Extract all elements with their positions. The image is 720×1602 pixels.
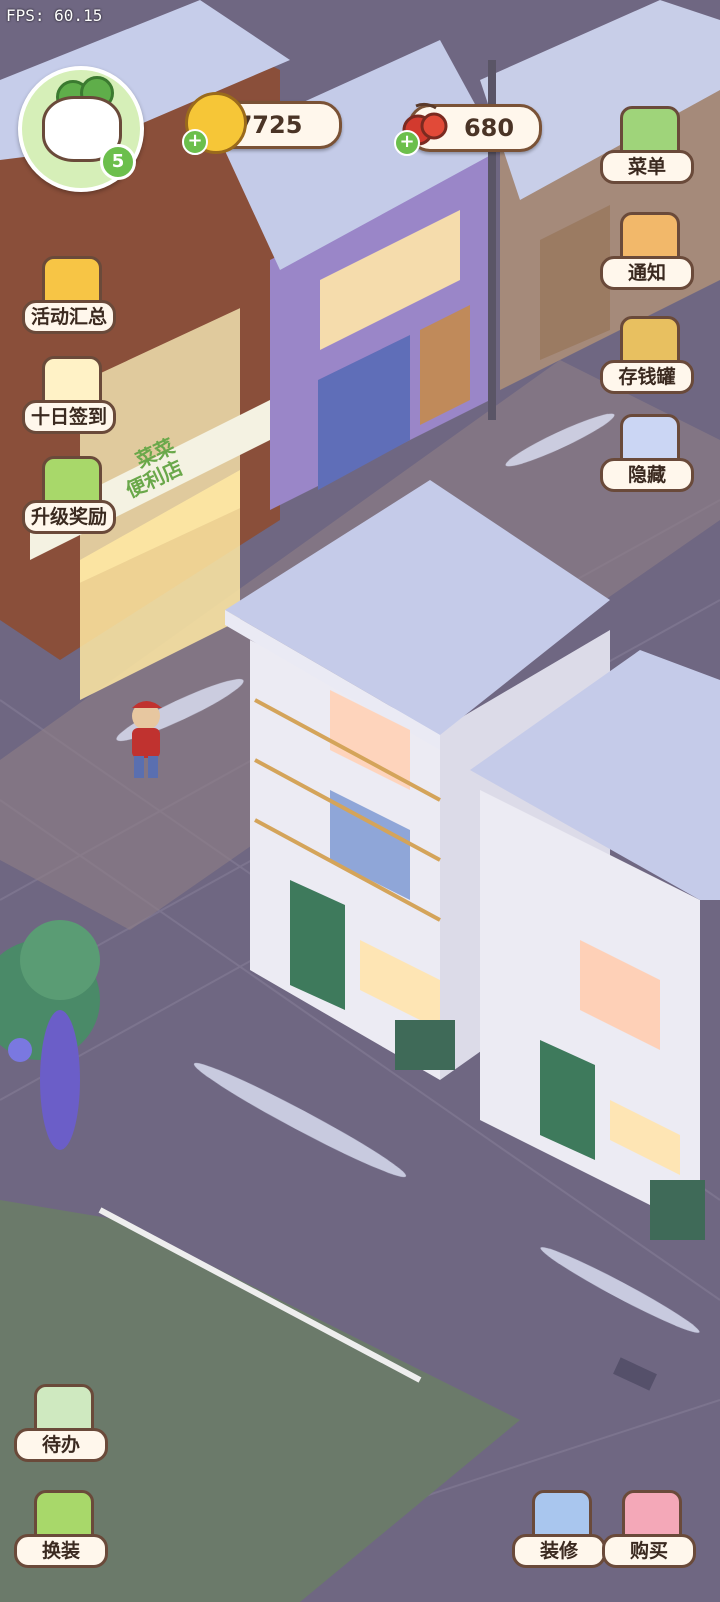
todo-button[interactable]: 待办 [14,1380,108,1462]
menu-label: 菜单 [600,150,694,184]
coin-icon: + [182,92,247,155]
fps-counter: FPS: 60.15 [6,6,103,25]
upgrade-rewards-label: 升级奖励 [22,500,116,534]
dress-up-label: 换装 [14,1534,108,1568]
todo-label: 待办 [14,1428,108,1462]
hide-ui-label: 隐藏 [600,458,694,492]
ac-unit-right [650,1180,705,1240]
ten-day-checkin-label: 十日签到 [22,400,116,434]
event-summary-button[interactable]: 活动汇总 [22,252,116,334]
shop-label: 购买 [602,1534,696,1568]
piggy-bank-label: 存钱罐 [600,360,694,394]
level-badge: 5 [100,144,136,180]
notification-label: 通知 [600,256,694,290]
shop-button[interactable]: 购买 [602,1486,696,1568]
menu-button[interactable]: 菜单 [600,102,694,184]
piggy-bank-button[interactable]: 存钱罐 [600,312,694,394]
decorate-button[interactable]: 装修 [512,1486,606,1568]
ten-day-checkin-button[interactable]: 十日签到 [22,352,116,434]
add-cherries-button[interactable]: + [394,130,420,156]
dress-up-button[interactable]: 换装 [14,1486,108,1568]
ac-unit [395,1020,455,1070]
upgrade-rewards-button[interactable]: 升级奖励 [22,452,116,534]
decorate-label: 装修 [512,1534,606,1568]
player-avatar[interactable]: 5 [18,66,144,192]
cherry-icon: + [394,100,452,156]
event-summary-label: 活动汇总 [22,300,116,334]
hide-ui-button[interactable]: 隐藏 [600,410,694,492]
notification-button[interactable]: 通知 [600,208,694,290]
add-coins-button[interactable]: + [182,129,208,155]
